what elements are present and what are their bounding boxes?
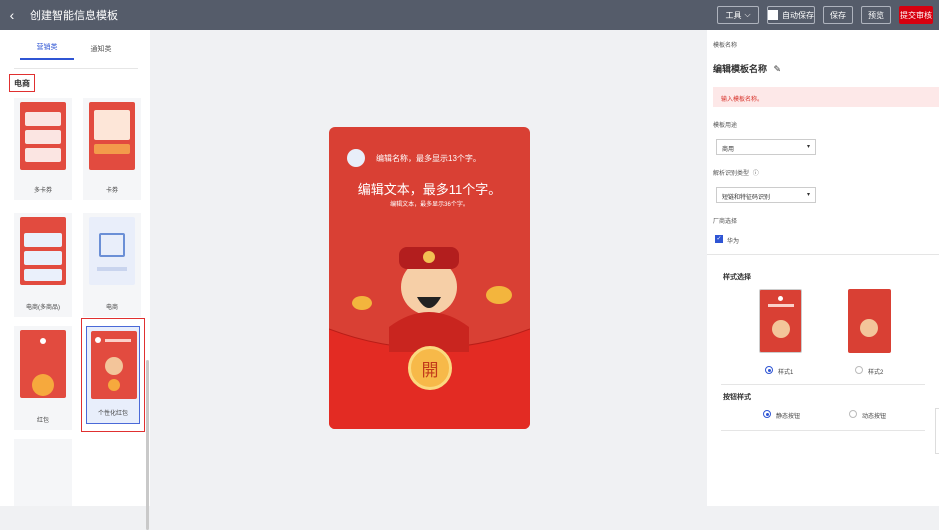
template-card-red-packet[interactable]: 红包 bbox=[14, 326, 72, 430]
button-section-title: 按钮样式 bbox=[723, 394, 751, 401]
save-button[interactable]: 保存 bbox=[823, 6, 853, 24]
thumbnail bbox=[20, 102, 66, 170]
dynamic-button-label: 动态按钮 bbox=[862, 414, 887, 420]
style-2-radio[interactable] bbox=[855, 366, 863, 374]
template-tabs: 营销类 通知类 bbox=[0, 30, 150, 60]
thumbnail bbox=[89, 217, 135, 285]
style-1-radio[interactable] bbox=[765, 366, 773, 374]
divider bbox=[721, 384, 925, 385]
parse-label: 解析识别类型 ⓘ bbox=[713, 171, 759, 177]
divider bbox=[707, 254, 939, 255]
autosave-label: 自动保存 bbox=[782, 10, 814, 20]
vendor-checkbox[interactable]: ✓ bbox=[715, 235, 723, 243]
autosave-checkbox[interactable] bbox=[768, 10, 778, 20]
autosave-toggle[interactable]: 自动保存 bbox=[767, 6, 815, 24]
style-2-label: 样式2 bbox=[868, 370, 884, 376]
properties-panel: 模板名称 编辑模板名称 ✎ 输入模板名称。 模板用途 商用 ▾ 解析识别类型 ⓘ … bbox=[707, 30, 939, 506]
template-card-ecommerce-multi[interactable]: 电商(多商品) bbox=[14, 213, 72, 317]
preview-button[interactable]: 预览 bbox=[861, 6, 891, 24]
vendor-label: 厂商选择 bbox=[713, 219, 738, 225]
image-icon bbox=[99, 233, 125, 257]
caret-down-icon: ▾ bbox=[806, 192, 810, 198]
tools-dropdown[interactable]: 工具 ⌵ bbox=[717, 6, 759, 24]
thumbnail bbox=[20, 330, 66, 398]
tab-notification[interactable]: 通知类 bbox=[74, 44, 128, 60]
card-label: 多卡券 bbox=[33, 188, 52, 194]
help-icon[interactable]: ⓘ bbox=[753, 171, 759, 177]
submit-button[interactable]: 提交审核 bbox=[899, 6, 933, 24]
edit-icon[interactable]: ✎ bbox=[774, 64, 782, 74]
red-packet-preview: 编辑名称，最多显示13个字。 编辑文本，最多11个字。 编辑文本，最多显示36个… bbox=[329, 127, 530, 429]
thumbnail bbox=[89, 102, 135, 170]
caret-down-icon: ▾ bbox=[806, 144, 810, 150]
selection-highlight bbox=[81, 318, 145, 432]
template-card-empty[interactable] bbox=[14, 439, 72, 506]
chevron-left-icon[interactable]: ‹ bbox=[0, 0, 24, 30]
style-section-title: 样式选择 bbox=[723, 274, 751, 281]
template-card-multi-coupon[interactable]: 多卡券 bbox=[14, 98, 72, 200]
thumbnail bbox=[20, 217, 66, 285]
card-label: 电商(多商品) bbox=[26, 305, 60, 311]
card-label: 电商 bbox=[105, 305, 118, 311]
category-label: 电商 bbox=[9, 74, 35, 92]
open-button[interactable]: 開 bbox=[408, 346, 452, 390]
template-card-ecommerce[interactable]: 电商 bbox=[83, 213, 141, 317]
static-button-radio[interactable] bbox=[763, 410, 771, 418]
tab-marketing[interactable]: 营销类 bbox=[20, 42, 74, 60]
collapse-handle[interactable] bbox=[935, 408, 939, 454]
style-1-label: 样式1 bbox=[778, 370, 794, 376]
top-bar: ‹ 创建智能信息模板 工具 ⌵ 自动保存 保存 预览 提交审核 bbox=[0, 0, 939, 30]
parse-select[interactable]: 短链和特征码识别 ▾ bbox=[716, 187, 816, 203]
usage-label: 模板用途 bbox=[713, 123, 738, 129]
style-1-preview[interactable] bbox=[759, 289, 802, 353]
dynamic-button-radio[interactable] bbox=[849, 410, 857, 418]
tools-label: 工具 bbox=[725, 10, 742, 20]
template-sidebar: 营销类 通知类 电商 多卡券 卡券 电商(多商品) 电商 红包 个性化红包 bbox=[0, 30, 150, 530]
style-2-preview[interactable] bbox=[848, 289, 891, 353]
page-title: 创建智能信息模板 bbox=[30, 10, 118, 22]
divider bbox=[14, 68, 138, 69]
divider bbox=[721, 430, 925, 431]
card-label: 卡券 bbox=[105, 188, 118, 194]
name-label: 模板名称 bbox=[713, 43, 738, 49]
card-label: 红包 bbox=[36, 418, 49, 424]
sidebar-scrollbar[interactable] bbox=[146, 360, 149, 530]
vendor-option: 华为 bbox=[727, 239, 740, 245]
template-name[interactable]: 编辑模板名称 ✎ bbox=[713, 62, 781, 75]
name-error: 输入模板名称。 bbox=[713, 87, 939, 107]
static-button-label: 静态按钮 bbox=[776, 414, 801, 420]
usage-select[interactable]: 商用 ▾ bbox=[716, 139, 816, 155]
template-card-coupon[interactable]: 卡券 bbox=[83, 98, 141, 200]
chevron-down-icon: ⌵ bbox=[744, 10, 751, 19]
